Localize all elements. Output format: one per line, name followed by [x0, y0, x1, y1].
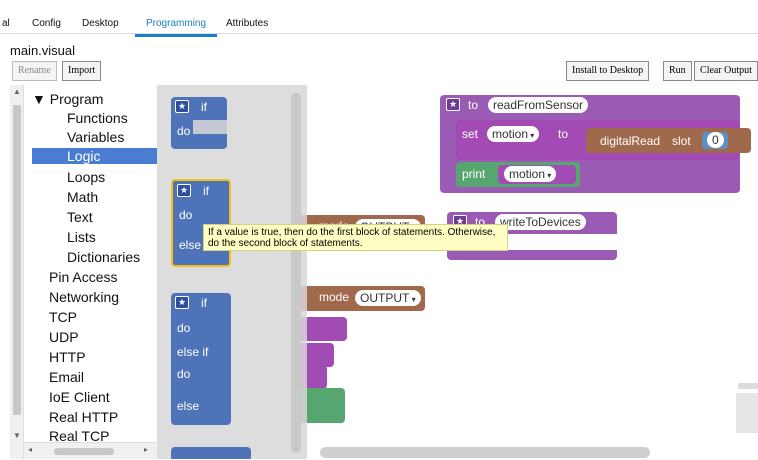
install-to-desktop-button[interactable]: Install to Desktop	[566, 61, 650, 81]
scroll-left-icon[interactable]: ◂	[28, 445, 32, 454]
variable-dropdown[interactable]: motion	[504, 166, 557, 182]
set-label: set	[462, 127, 479, 141]
category-program[interactable]: ▼ Program	[32, 91, 103, 107]
scroll-right-icon[interactable]: ▸	[144, 445, 148, 454]
category-tree: ▲ ▼ ▼ Program Functions Variables Logic …	[10, 85, 157, 459]
else-label: else	[177, 399, 200, 413]
run-button[interactable]: Run	[663, 61, 692, 81]
category-dictionaries[interactable]: Dictionaries	[67, 249, 140, 265]
tooltip: If a value is true, then do the first bl…	[203, 224, 508, 251]
mode-dropdown[interactable]: OUTPUT	[355, 290, 421, 306]
slot-label: slot	[672, 134, 691, 148]
variable-dropdown[interactable]: motion	[487, 126, 540, 142]
tab-attributes[interactable]: Attributes	[226, 18, 268, 29]
scroll-down-icon[interactable]: ▼	[13, 431, 21, 440]
number-block[interactable]: 0	[702, 132, 728, 149]
to-label: to	[558, 127, 569, 141]
category-text[interactable]: Text	[67, 209, 93, 225]
tab-config[interactable]: Config	[32, 18, 61, 29]
do-label: do	[177, 321, 191, 335]
category-real-http[interactable]: Real HTTP	[49, 409, 118, 425]
category-functions[interactable]: Functions	[67, 110, 128, 126]
function-name-field[interactable]: readFromSensor	[488, 97, 589, 113]
if-else-block[interactable]: ★ if do else	[171, 179, 231, 267]
else-if-label: else if	[177, 345, 209, 359]
digital-read-block[interactable]: digitalRead slot 0	[586, 128, 751, 153]
category-udp[interactable]: UDP	[49, 329, 79, 345]
do-label: do	[177, 367, 191, 381]
pin-mode-block[interactable]: mode OUTPUT	[297, 286, 425, 311]
category-loops[interactable]: Loops	[67, 169, 105, 185]
flyout-scrollbar[interactable]	[291, 93, 301, 453]
scroll-up-icon[interactable]: ▲	[13, 87, 21, 96]
logic-flyout: ★ if do ★ if do else ★ if do else if do …	[157, 85, 307, 459]
category-scroll-thumb[interactable]	[13, 105, 21, 415]
category-math[interactable]: Math	[67, 189, 98, 205]
tab-desktop[interactable]: Desktop	[82, 18, 119, 29]
if-elseif-else-block[interactable]: ★ if do else if do else	[171, 293, 231, 425]
if-label: if	[201, 100, 207, 114]
category-logic[interactable]: Logic	[32, 148, 157, 164]
variable-get-block[interactable]: motion	[498, 165, 576, 184]
tab-bar: al Config Desktop Programming Attributes	[0, 0, 758, 37]
category-hscroll-thumb[interactable]	[54, 448, 114, 455]
file-name: main.visual	[10, 43, 76, 58]
if-label: if	[203, 184, 209, 198]
else-label: else	[179, 238, 202, 252]
if-do-block[interactable]: ★ if do	[171, 97, 227, 149]
logic-compare-block[interactable]	[171, 447, 251, 459]
star-icon: ★	[446, 98, 460, 111]
star-icon: ★	[175, 100, 189, 113]
tab-visual[interactable]: al	[2, 18, 10, 29]
print-block[interactable]: print motion	[456, 162, 580, 187]
blocks-workspace[interactable]: mode OUTPUT mode OUTPUT ★ if do ★ if do …	[157, 85, 758, 459]
function-read-from-sensor[interactable]: ★ to readFromSensor set motion to digita…	[440, 95, 751, 193]
category-email[interactable]: Email	[49, 369, 84, 385]
print-label: print	[462, 167, 486, 181]
if-label: if	[201, 296, 207, 310]
mode-label: mode	[319, 290, 350, 304]
rename-button[interactable]: Rename	[12, 61, 57, 81]
import-button[interactable]: Import	[62, 61, 102, 81]
category-horizontal-scrollbar[interactable]: ◂ ▸	[24, 442, 157, 459]
statement-slot	[193, 120, 227, 134]
category-http[interactable]: HTTP	[49, 349, 86, 365]
do-label: do	[179, 208, 193, 222]
tab-programming[interactable]: Programming	[135, 18, 218, 37]
category-scrollbar[interactable]: ▲ ▼	[10, 85, 24, 459]
category-ioe-client[interactable]: IoE Client	[49, 389, 110, 405]
digital-read-label: digitalRead	[600, 134, 661, 148]
workspace-horizontal-scrollbar[interactable]	[320, 447, 650, 458]
category-lists[interactable]: Lists	[67, 229, 96, 245]
slot-number-field[interactable]: 0	[707, 132, 724, 148]
flyout-scroll-thumb[interactable]	[291, 93, 301, 453]
star-icon: ★	[175, 296, 189, 309]
clear-output-button[interactable]: Clear Output	[694, 61, 758, 81]
category-networking[interactable]: Networking	[49, 289, 119, 305]
category-variables[interactable]: Variables	[67, 129, 124, 145]
star-icon: ★	[177, 184, 191, 197]
category-pin-access[interactable]: Pin Access	[49, 269, 117, 285]
trash-can-icon[interactable]	[734, 383, 758, 433]
function-name-field[interactable]: writeToDevices	[495, 214, 586, 230]
function-keyword: to	[468, 98, 479, 112]
category-tcp[interactable]: TCP	[49, 309, 77, 325]
do-label: do	[177, 124, 191, 138]
set-variable-block[interactable]: set motion to digitalRead slot 0	[456, 120, 751, 160]
